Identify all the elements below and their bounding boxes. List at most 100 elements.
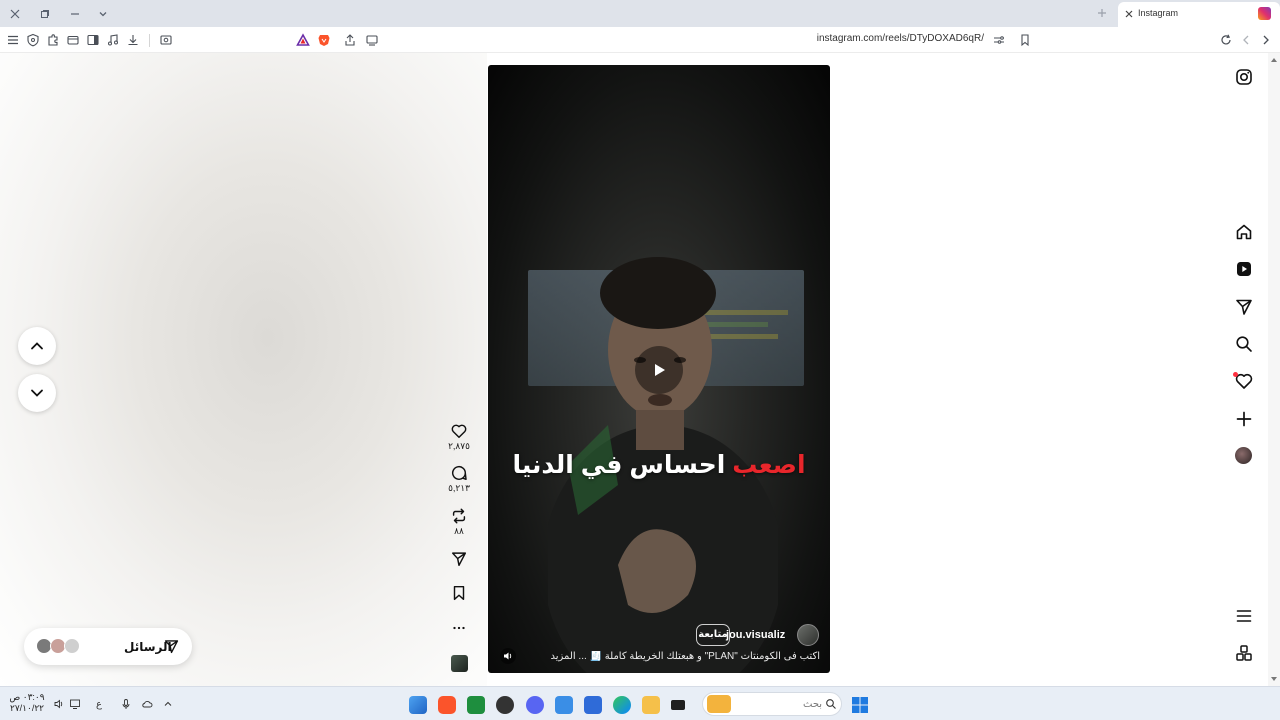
more-dots-icon [453, 626, 465, 630]
reel-caption[interactable]: اكتب فى الكومنتات "PLAN" و هبعتلك الخريط… [518, 651, 821, 662]
heart-icon [451, 424, 467, 439]
audio-thumbnail[interactable] [451, 655, 468, 672]
wallet-icon[interactable] [66, 33, 80, 47]
search-placeholder: بحث [803, 699, 823, 710]
instagram-favicon-icon [1258, 7, 1271, 20]
file-explorer-icon[interactable] [642, 696, 660, 714]
repost-count: ٨٨ [454, 526, 464, 536]
brave-shield-lion-icon[interactable] [317, 33, 331, 47]
send-plane-icon [451, 552, 467, 567]
xbox-app-icon[interactable] [467, 696, 485, 714]
address-bar[interactable]: instagram.com/reels/DTyDOXAD6qR/ [760, 33, 984, 44]
profile-avatar[interactable] [1235, 447, 1252, 464]
discord-icon[interactable] [526, 696, 544, 714]
mail-icon[interactable] [555, 696, 573, 714]
previous-reel-button[interactable] [18, 327, 56, 365]
tab-title: Instagram [1138, 8, 1179, 18]
microphone-icon[interactable] [120, 698, 132, 710]
repost-icon [452, 508, 466, 524]
sidebar-icon[interactable] [86, 33, 100, 47]
more-options-action[interactable] [447, 619, 471, 637]
speaker-icon [504, 652, 512, 660]
reels-icon[interactable] [1234, 259, 1254, 279]
new-tab-plus-icon[interactable] [1096, 7, 1108, 19]
network-icon[interactable] [69, 698, 81, 710]
clock-date: ٢٧/١٠/٢٢ [9, 703, 44, 713]
keyboard-language[interactable]: ع [96, 699, 108, 711]
author-username[interactable]: jou.visualiz [726, 629, 785, 641]
chevron-up-icon [31, 342, 43, 350]
brave-browser-icon[interactable] [438, 696, 456, 714]
windows-start-icon[interactable] [851, 696, 869, 714]
author-avatar[interactable] [797, 624, 819, 646]
send-plane-icon [164, 640, 179, 654]
notification-dot [1233, 372, 1238, 377]
more-menu-icon[interactable] [1234, 606, 1254, 626]
extensions-puzzle-icon[interactable] [46, 33, 60, 47]
site-settings-icon[interactable] [992, 33, 1006, 47]
create-plus-icon[interactable] [1234, 409, 1254, 429]
instagram-reels-page: اصعب احساس في الدنيا jou.visualiz متابعة… [0, 53, 1268, 686]
app-icon[interactable] [496, 696, 514, 714]
repost-action[interactable]: ٨٨ [447, 507, 471, 537]
screenshot-icon[interactable] [159, 33, 173, 47]
share-action[interactable] [447, 550, 471, 568]
minimize-window-icon[interactable] [67, 6, 83, 22]
restore-window-icon[interactable] [37, 6, 53, 22]
comment-count: ٥,٢١٣ [448, 483, 470, 493]
music-note-icon[interactable] [106, 33, 120, 47]
shield-icon[interactable] [26, 33, 40, 47]
like-count: ٢,٨٧٥ [448, 441, 470, 451]
menu-icon[interactable] [6, 33, 20, 47]
forward-arrow-icon[interactable] [1259, 33, 1273, 47]
scroll-up-arrow-icon[interactable] [1270, 56, 1278, 64]
subtitle-text: احساس في الدنيا [512, 451, 726, 479]
comment-bubble-icon [451, 465, 467, 481]
reload-icon[interactable] [1219, 33, 1233, 47]
clock-time: ٠٣:٠٩ ص [9, 692, 45, 702]
play-button[interactable] [635, 346, 683, 394]
volume-icon[interactable] [53, 698, 65, 710]
tab-list-chevron-icon[interactable] [95, 6, 111, 22]
windows-taskbar: ٠٣:٠٩ ص ٢٧/١٠/٢٢ ع بحث [0, 686, 1280, 720]
system-clock[interactable]: ٠٣:٠٩ ص ٢٧/١٠/٢٢ [8, 692, 46, 714]
next-reel-button[interactable] [18, 374, 56, 412]
reel-video[interactable]: اصعب احساس في الدنيا jou.visualiz متابعة… [488, 65, 830, 673]
share-icon[interactable] [343, 33, 357, 47]
direct-messages-icon[interactable] [1234, 297, 1254, 317]
instagram-logo-icon[interactable] [1234, 67, 1254, 87]
photos-app-icon[interactable] [409, 696, 427, 714]
brave-rewards-triangle-icon[interactable] [296, 33, 310, 47]
also-from-meta-icon[interactable] [1234, 643, 1254, 663]
search-icon [826, 699, 836, 709]
like-action[interactable]: ٢,٨٧٥ [447, 422, 471, 452]
back-arrow-icon[interactable] [1239, 33, 1253, 47]
onedrive-cloud-icon[interactable] [141, 698, 153, 710]
bookmark-save-icon [453, 585, 465, 601]
taskbar-search[interactable]: بحث [702, 692, 842, 716]
play-icon [655, 364, 665, 376]
scroll-down-arrow-icon[interactable] [1270, 675, 1278, 683]
edge-browser-icon[interactable] [613, 696, 631, 714]
blurred-background [0, 53, 487, 686]
search-icon[interactable] [1234, 334, 1254, 354]
show-hidden-icons-chevron-icon[interactable] [162, 698, 174, 710]
follow-button[interactable]: متابعة [696, 624, 730, 646]
cast-icon[interactable] [365, 33, 379, 47]
download-icon[interactable] [126, 33, 140, 47]
close-window-icon[interactable] [7, 6, 23, 22]
store-icon[interactable] [584, 696, 602, 714]
tab-instagram[interactable]: Instagram [1118, 2, 1280, 27]
terminal-icon[interactable] [671, 700, 685, 710]
home-icon[interactable] [1234, 222, 1254, 242]
comment-action[interactable]: ٥,٢١٣ [447, 464, 471, 494]
messages-button[interactable]: الرسائل [24, 628, 192, 665]
page-scrollbar[interactable] [1268, 53, 1280, 686]
toolbar-divider [149, 34, 150, 47]
save-action[interactable] [447, 584, 471, 602]
subtitle-highlight: اصعب [732, 451, 806, 479]
mute-button[interactable] [500, 648, 516, 664]
chevron-down-icon [31, 389, 43, 397]
close-tab-icon[interactable] [1123, 8, 1135, 20]
bookmark-icon[interactable] [1018, 33, 1032, 47]
